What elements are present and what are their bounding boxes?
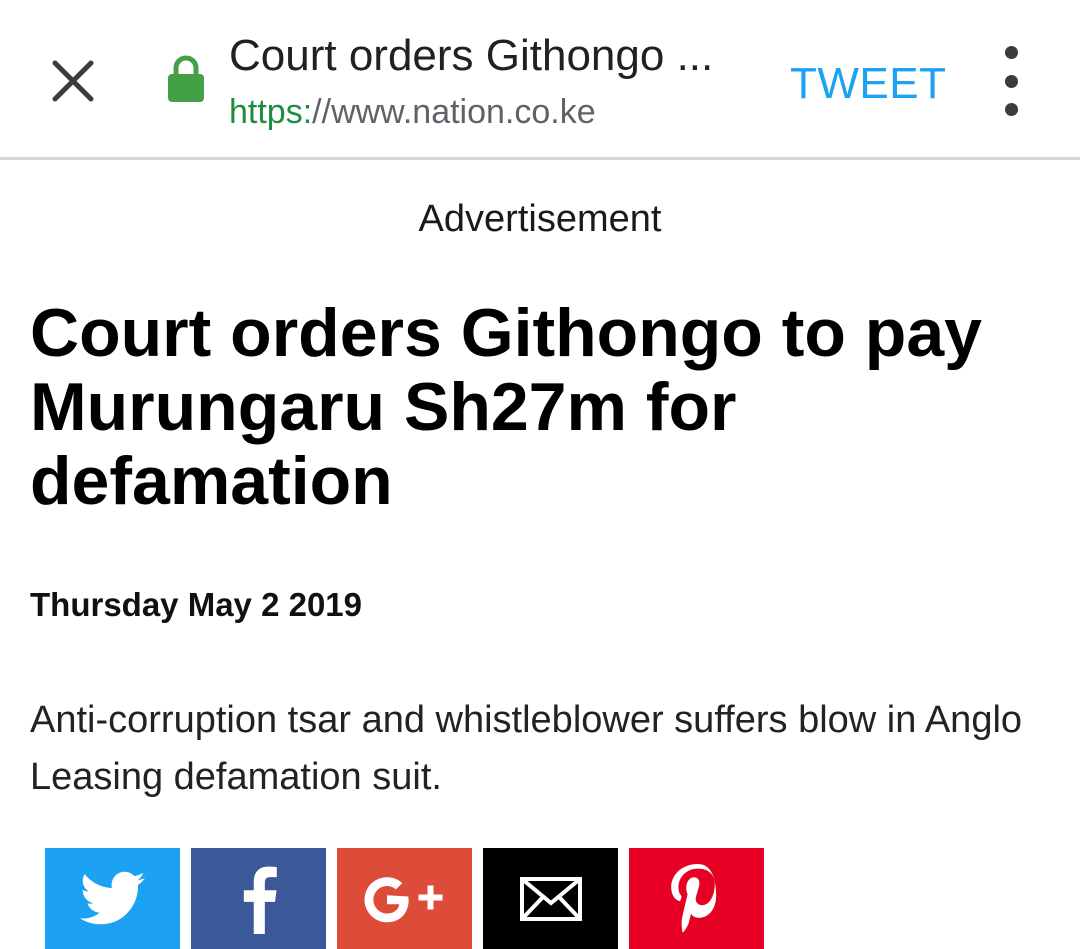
share-email-button[interactable] (483, 848, 618, 949)
close-icon (52, 60, 94, 102)
facebook-icon (243, 866, 277, 934)
url-host: //www.nation.co.ke (312, 93, 596, 131)
share-google-plus-button[interactable] (337, 848, 472, 949)
share-buttons (45, 848, 764, 949)
article-headline: Court orders Githongo to pay Murungaru S… (30, 295, 982, 519)
google-plus-icon (364, 876, 442, 922)
share-twitter-button[interactable] (45, 848, 180, 949)
browser-toolbar: Court orders Githongo ... https://www.na… (0, 0, 1080, 160)
twitter-icon (79, 871, 145, 924)
close-button[interactable] (44, 52, 102, 110)
article-summary: Anti-corruption tsar and whistleblower s… (30, 699, 1023, 798)
lock-icon (168, 55, 204, 102)
more-vert-icon-dot (1004, 46, 1018, 59)
more-vert-icon-dot (1004, 74, 1018, 88)
pinterest-icon (670, 863, 716, 932)
tweet-button[interactable]: TWEET (790, 56, 946, 112)
more-vert-icon-dot (1004, 103, 1018, 116)
url-scheme: https: (229, 93, 313, 131)
advertisement-label: Advertisement (418, 198, 662, 240)
share-facebook-button[interactable] (191, 848, 326, 949)
more-options-button[interactable] (988, 46, 1034, 116)
article-date: Thursday May 2 2019 (30, 586, 362, 623)
page-title: Court orders Githongo ... (229, 31, 714, 80)
share-pinterest-button[interactable] (629, 848, 764, 949)
email-icon (519, 876, 582, 921)
page-url: https://www.nation.co.ke (229, 90, 596, 134)
